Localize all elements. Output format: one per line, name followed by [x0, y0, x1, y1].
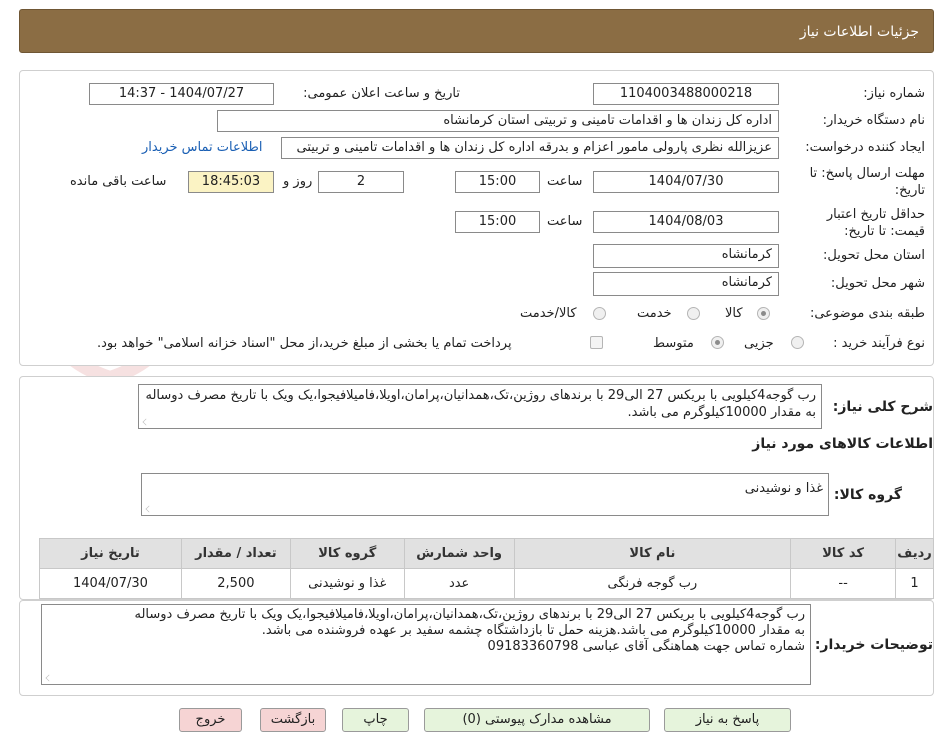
page-header: جزئیات اطلاعات نیاز — [19, 9, 934, 53]
need-summary-content: رب گوجه4کیلویی با بریکس 27 الی29 با برند… — [145, 388, 817, 420]
resize-grip-icon[interactable] — [45, 674, 53, 682]
days-label: روز و — [283, 174, 313, 189]
reply-button[interactable]: پاسخ به نیاز — [664, 708, 791, 732]
category-goods-radio[interactable] — [757, 307, 770, 320]
cell-goods-group: غذا و نوشیدنی — [289, 568, 405, 599]
col-goods-group: گروه کالا — [289, 538, 405, 569]
buyer-contact-link[interactable]: اطلاعات تماس خریدار — [142, 140, 262, 155]
purchase-process-label: نوع فرآیند خرید : — [833, 336, 925, 351]
category-goods-service-label: کالا/خدمت — [520, 306, 577, 321]
deadline-date-field: 1404/07/30 — [593, 171, 779, 193]
price-validity-time-field: 15:00 — [455, 211, 540, 233]
category-goods-label: کالا — [725, 306, 743, 321]
cell-unit: عدد — [403, 568, 515, 599]
category-service-label: خدمت — [637, 306, 672, 321]
col-goods-name: نام کالا — [513, 538, 792, 569]
remaining-days-field: 2 — [318, 171, 404, 193]
buyer-notes-line-2: به مقدار 10000کیلوگرم می باشد.هزینه حمل … — [261, 623, 805, 638]
goods-table-header: ردیف کد کالا نام کالا واحد شمارش گروه کا… — [39, 538, 934, 569]
announce-datetime-field: 1404/07/27 - 14:37 — [89, 83, 274, 105]
subject-category-label: طبقه بندی موضوعی: — [809, 306, 925, 321]
buyer-notes-line-1: رب گوجه4کیلویی با بریکس 27 الی29 با برند… — [134, 607, 806, 622]
buyer-notes-line-3: شماره تماس جهت هماهنگی آقای عباسی 091833… — [487, 639, 805, 654]
treasury-payment-note: پرداخت تمام یا بخشی از مبلغ خرید،از محل … — [97, 336, 512, 351]
deadline-label-line1: مهلت ارسال پاسخ: تا — [809, 166, 925, 181]
exit-button[interactable]: خروج — [179, 708, 242, 732]
col-need-date: تاریخ نیاز — [39, 538, 182, 569]
back-button[interactable]: بازگشت — [260, 708, 326, 732]
deadline-label: مهلت ارسال پاسخ: تا تاریخ: — [810, 165, 925, 199]
delivery-city-field: کرمانشاه — [593, 272, 779, 296]
cell-need-date: 1404/07/30 — [39, 568, 182, 599]
delivery-city-label: شهر محل تحویل: — [830, 276, 925, 291]
category-service-radio[interactable] — [687, 307, 700, 320]
price-validity-date-field: 1404/08/03 — [593, 211, 779, 233]
cell-quantity: 2,500 — [180, 568, 291, 599]
view-attachments-button[interactable]: مشاهده مدارک پیوستی (0) — [424, 708, 650, 732]
print-button[interactable]: چاپ — [342, 708, 409, 732]
goods-group-field: غذا و نوشیدنی — [141, 473, 829, 516]
price-validity-label: حداقل تاریخ اعتبار قیمت: تا تاریخ: — [827, 206, 925, 240]
announce-datetime-label: تاریخ و ساعت اعلان عمومی: — [303, 86, 460, 101]
goods-info-title: اطلاعات کالاهای مورد نیاز — [752, 436, 933, 452]
need-summary-label: شرح کلی نیاز: — [832, 399, 933, 415]
buyer-org-field: اداره کل زندان ها و اقدامات تامینی و ترب… — [217, 110, 779, 132]
buyer-org-label: نام دستگاه خریدار: — [822, 113, 925, 128]
page-title: جزئیات اطلاعات نیاز — [799, 24, 919, 40]
deadline-time-label: ساعت — [547, 174, 583, 189]
need-summary-text: رب گوجه4کیلویی با بریکس 27 الی29 با برند… — [138, 384, 822, 429]
col-row-number: ردیف — [895, 538, 934, 569]
category-goods-service-radio[interactable] — [593, 307, 606, 320]
treasury-payment-checkbox[interactable] — [590, 336, 603, 349]
col-quantity: تعداد / مقدار — [180, 538, 291, 569]
resize-grip-icon[interactable] — [142, 418, 150, 426]
cell-goods-name: رب گوجه فرنگی — [513, 568, 792, 599]
deadline-time-field: 15:00 — [455, 171, 540, 193]
goods-group-value: غذا و نوشیدنی — [744, 481, 823, 496]
process-medium-radio[interactable] — [711, 336, 724, 349]
col-goods-code: کد کالا — [790, 538, 897, 569]
goods-group-label: گروه کالا: — [833, 487, 902, 503]
buyer-notes-label: توضیحات خریدار: — [814, 637, 933, 653]
resize-grip-icon[interactable] — [145, 505, 153, 513]
process-medium-label: متوسط — [653, 336, 694, 351]
delivery-province-field: کرمانشاه — [593, 244, 779, 268]
table-row: 1 -- رب گوجه فرنگی عدد غذا و نوشیدنی 2,5… — [39, 568, 934, 599]
cell-goods-code: -- — [790, 568, 897, 599]
price-validity-label-line2: قیمت: تا تاریخ: — [844, 224, 925, 239]
price-validity-time-label: ساعت — [547, 214, 583, 229]
col-unit: واحد شمارش — [403, 538, 515, 569]
deadline-label-line2: تاریخ: — [894, 183, 925, 198]
remaining-time-field: 18:45:03 — [188, 171, 274, 193]
need-number-field: 1104003488000218 — [593, 83, 779, 105]
request-creator-field: عزیزالله نظری پارولی مامور اعزام و بدرقه… — [281, 137, 779, 159]
goods-table: ردیف کد کالا نام کالا واحد شمارش گروه کا… — [39, 538, 934, 599]
process-minor-radio[interactable] — [791, 336, 804, 349]
need-number-label: شماره نیاز: — [863, 86, 925, 101]
process-minor-label: جزیی — [744, 336, 774, 351]
buyer-notes-text: رب گوجه4کیلویی با بریکس 27 الی29 با برند… — [41, 604, 811, 685]
request-creator-label: ایجاد کننده درخواست: — [805, 140, 925, 155]
delivery-province-label: استان محل تحویل: — [823, 248, 925, 263]
remaining-time-label: ساعت باقی مانده — [70, 174, 167, 189]
cell-row-number: 1 — [895, 568, 934, 599]
price-validity-label-line1: حداقل تاریخ اعتبار — [826, 207, 925, 222]
